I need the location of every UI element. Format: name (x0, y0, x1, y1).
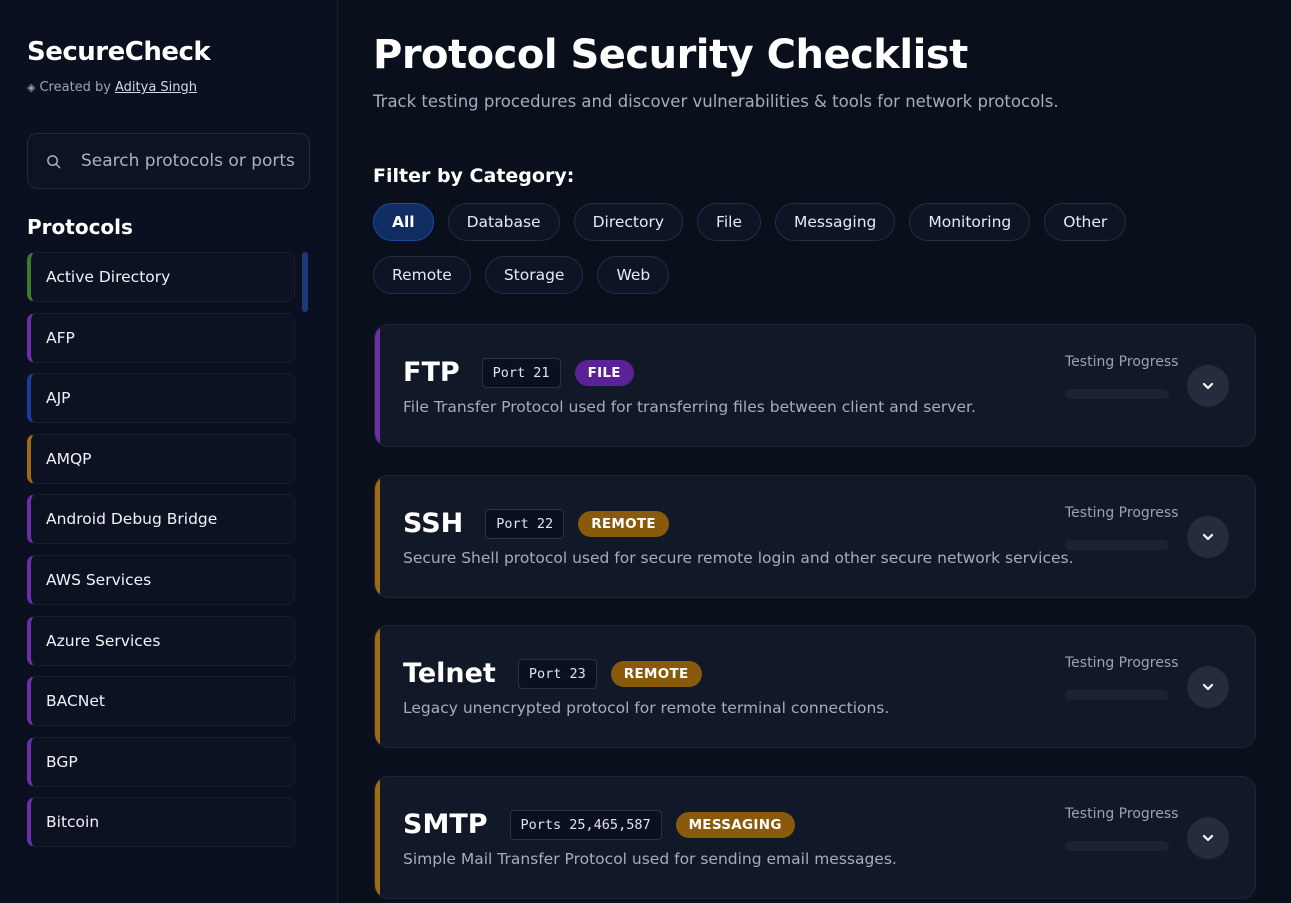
protocols-heading: Protocols (27, 215, 133, 239)
expand-button[interactable] (1187, 817, 1229, 859)
port-badge: Ports 25,465,587 (509, 809, 662, 840)
chevron-down-icon (1202, 533, 1214, 541)
progress-bar (1065, 690, 1169, 700)
protocol-name: FTP (403, 357, 460, 388)
protocol-name: SMTP (403, 809, 488, 840)
port-badge: Port 21 (481, 357, 561, 388)
chevron-down-icon (1202, 382, 1214, 390)
progress-bar (1065, 540, 1169, 550)
sidebar-item-bgp[interactable]: BGP (27, 736, 295, 787)
sidebar-item-label: AMQP (46, 449, 92, 468)
card-header: SMTP Ports 25,465,587 MESSAGING (403, 809, 795, 840)
page-title: Protocol Security Checklist (373, 32, 968, 78)
card-accent (375, 325, 380, 446)
search-box[interactable] (27, 133, 310, 189)
protocol-description: Simple Mail Transfer Protocol used for s… (403, 850, 897, 868)
card-header: SSH Port 22 REMOTE (403, 508, 669, 539)
sidebar-item-active-directory[interactable]: Active Directory (27, 252, 295, 302)
sidebar-item-label: AWS Services (46, 570, 152, 589)
filter-label: Filter by Category: (373, 165, 575, 187)
sidebar-item-amqp[interactable]: AMQP (27, 433, 295, 484)
progress-label: Testing Progress (1065, 806, 1179, 822)
card-header: FTP Port 21 FILE (403, 357, 634, 388)
filter-chip-monitoring[interactable]: Monitoring (909, 203, 1031, 241)
filter-chip-remote[interactable]: Remote (373, 256, 471, 294)
category-filters: All Database Directory File Messaging Monitor… (373, 203, 1233, 294)
filter-chip-web[interactable]: Web (597, 256, 670, 294)
sidebar-item-label: Active Directory (46, 268, 171, 286)
port-badge: Port 22 (485, 508, 565, 539)
progress-label: Testing Progress (1065, 655, 1179, 671)
filter-chip-all[interactable]: All (373, 203, 434, 241)
sidebar-item-label: AJP (46, 389, 71, 408)
sidebar-item-azure-services[interactable]: Azure Services (27, 615, 295, 666)
filter-chip-directory[interactable]: Directory (573, 203, 684, 241)
filter-chip-file[interactable]: File (697, 203, 761, 241)
protocol-card-ssh[interactable]: SSH Port 22 REMOTE Secure Shell protocol… (374, 475, 1256, 598)
protocol-description: Legacy unencrypted protocol for remote t… (403, 699, 890, 717)
progress-bar (1065, 389, 1169, 399)
page-subtitle: Track testing procedures and discover vu… (373, 92, 1059, 111)
sidebar-item-aws-services[interactable]: AWS Services (27, 554, 295, 605)
sidebar-item-label: AFP (46, 328, 75, 347)
category-badge: MESSAGING (675, 811, 795, 838)
search-icon (47, 154, 61, 168)
sidebar-item-afp[interactable]: AFP (27, 312, 295, 363)
sidebar-item-bacnet[interactable]: BACNet (27, 676, 295, 727)
sidebar-item-bitcoin[interactable]: Bitcoin (27, 797, 295, 848)
category-badge: REMOTE (610, 660, 702, 687)
chevron-down-icon (1202, 683, 1214, 691)
protocol-list: Active Directory AFP AJP AMQP Android Debug … (27, 252, 295, 852)
filter-chip-other[interactable]: Other (1044, 203, 1127, 241)
sidebar-item-label: Azure Services (46, 631, 161, 650)
protocol-name: SSH (403, 508, 464, 539)
chevron-down-icon (1202, 834, 1214, 842)
brand-title: SecureCheck (27, 37, 211, 67)
expand-button[interactable] (1187, 666, 1229, 708)
protocol-description: File Transfer Protocol used for transfer… (403, 398, 976, 416)
sidebar-item-android-debug-bridge[interactable]: Android Debug Bridge (27, 494, 295, 545)
progress-label: Testing Progress (1065, 354, 1179, 370)
card-accent (375, 777, 380, 898)
sidebar-item-label: Android Debug Bridge (46, 510, 218, 529)
protocol-name: Telnet (403, 658, 496, 689)
diamond-icon: ◈ (27, 81, 36, 94)
sidebar-scrollbar[interactable] (302, 252, 308, 312)
expand-button[interactable] (1187, 516, 1229, 558)
progress-bar (1065, 841, 1169, 851)
protocol-card-telnet[interactable]: Telnet Port 23 REMOTE Legacy unencrypted… (374, 625, 1256, 748)
credit-line: ◈ Created by Aditya Singh (27, 80, 197, 95)
port-badge: Port 23 (517, 658, 597, 689)
search-input[interactable] (81, 151, 301, 171)
credit-prefix: Created by (39, 80, 111, 95)
author-link[interactable]: Aditya Singh (115, 80, 197, 95)
category-badge: REMOTE (578, 510, 669, 537)
sidebar: SecureCheck ◈ Created by Aditya Singh Pr… (0, 0, 338, 903)
sidebar-item-ajp[interactable]: AJP (27, 373, 295, 424)
protocol-card-smtp[interactable]: SMTP Ports 25,465,587 MESSAGING Simple M… (374, 776, 1256, 899)
progress-label: Testing Progress (1065, 505, 1179, 521)
sidebar-item-label: Bitcoin (46, 813, 100, 832)
filter-chip-storage[interactable]: Storage (484, 256, 584, 294)
card-header: Telnet Port 23 REMOTE (403, 658, 702, 689)
sidebar-item-label: BGP (46, 752, 78, 771)
filter-chip-messaging[interactable]: Messaging (774, 203, 896, 241)
filter-chip-database[interactable]: Database (447, 203, 560, 241)
protocol-card-ftp[interactable]: FTP Port 21 FILE File Transfer Protocol … (374, 324, 1256, 447)
category-badge: FILE (574, 359, 634, 386)
card-accent (375, 626, 380, 747)
sidebar-item-label: BACNet (46, 692, 105, 711)
card-accent (375, 476, 380, 597)
protocol-description: Secure Shell protocol used for secure re… (403, 549, 1074, 567)
expand-button[interactable] (1187, 365, 1229, 407)
